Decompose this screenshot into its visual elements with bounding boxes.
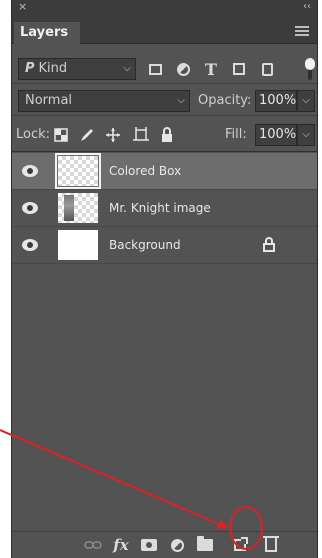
visibility-eye-icon[interactable] [22, 165, 38, 177]
layers-list: Colored Box Mr. Knight image Background [12, 153, 317, 531]
annotation-circle [229, 506, 263, 550]
opacity-label: Opacity: [198, 93, 252, 108]
layer-name: Colored Box [109, 164, 182, 178]
smart-object-filter-icon[interactable] [256, 58, 278, 80]
layer-lock-icon[interactable] [262, 237, 276, 253]
layer-row-colored-box[interactable]: Colored Box [12, 153, 317, 190]
fill-dropdown-button[interactable]: ⌵ [297, 124, 315, 146]
adjustment-layer-icon[interactable] [166, 535, 188, 555]
fill-input[interactable]: 100% [255, 124, 297, 146]
shape-filter-icon[interactable] [228, 58, 250, 80]
filter-kind-dropdown[interactable]: P Kind ⌵ [18, 58, 136, 80]
layers-bottom-bar: fx [12, 531, 317, 558]
link-layers-icon[interactable] [82, 535, 104, 555]
blend-mode-value: Normal [25, 93, 73, 108]
fill-label: Fill: [225, 127, 247, 142]
layer-thumbnail [58, 193, 98, 223]
lock-position-icon[interactable] [104, 126, 122, 144]
layer-row-background[interactable]: Background [12, 227, 317, 264]
lock-all-icon[interactable] [158, 126, 176, 144]
chevron-down-icon: ⌵ [177, 95, 185, 106]
delete-layer-icon[interactable] [260, 535, 282, 555]
lock-artboard-icon[interactable] [132, 126, 150, 144]
add-mask-icon[interactable] [138, 535, 160, 555]
panel-titlebar: × ‹‹ [12, 0, 317, 22]
lock-image-pixels-icon[interactable] [78, 126, 96, 144]
panel-menu-icon[interactable] [295, 26, 309, 38]
layers-panel: × ‹‹ Layers P Kind ⌵ T Normal ⌵ Opacity: … [11, 0, 318, 558]
chevron-down-icon: ⌵ [123, 63, 131, 74]
new-group-icon[interactable] [194, 535, 216, 555]
filter-kind-label: Kind [38, 61, 68, 76]
close-icon[interactable]: × [18, 1, 27, 12]
type-filter-icon[interactable]: T [200, 58, 222, 80]
layer-name: Background [109, 238, 181, 252]
blend-row: Normal ⌵ Opacity: 100% ⌵ [12, 86, 317, 116]
layer-style-icon[interactable]: fx [110, 535, 132, 555]
lock-label: Lock: [16, 127, 51, 142]
opacity-dropdown-button[interactable]: ⌵ [297, 90, 315, 112]
lock-transparency-icon[interactable] [52, 126, 70, 144]
visibility-eye-icon[interactable] [22, 202, 38, 214]
layer-thumbnail [55, 153, 101, 189]
layer-row-mr-knight-image[interactable]: Mr. Knight image [12, 190, 317, 227]
filter-row: P Kind ⌵ T [12, 54, 317, 84]
layer-name: Mr. Knight image [109, 201, 211, 215]
collapse-icon[interactable]: ‹‹ [303, 2, 311, 12]
blend-mode-dropdown[interactable]: Normal ⌵ [18, 90, 190, 112]
adjustment-filter-icon[interactable] [172, 58, 194, 80]
layer-thumbnail [58, 230, 98, 260]
pixel-filter-icon[interactable] [144, 58, 166, 80]
search-icon: P [25, 61, 35, 76]
opacity-input[interactable]: 100% [255, 90, 297, 112]
visibility-eye-icon[interactable] [22, 239, 38, 251]
tab-layers[interactable]: Layers [14, 22, 81, 44]
tab-bar: Layers [12, 22, 317, 44]
filter-toggle[interactable] [305, 58, 315, 80]
lock-row: Lock: Fill: 100% ⌵ [12, 118, 317, 152]
